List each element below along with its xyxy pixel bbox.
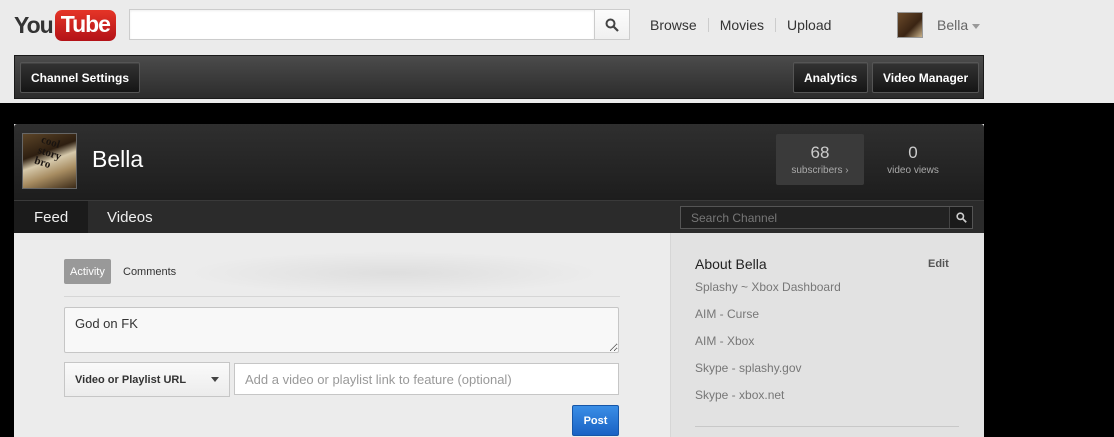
chevron-down-icon [972, 23, 981, 29]
masthead: You Tube Browse Movies Upload Bella Chan… [0, 0, 1114, 103]
subscribers-label: subscribers › [791, 165, 849, 176]
user-avatar [897, 12, 923, 38]
video-type-label: Video or Playlist URL [75, 373, 187, 386]
nav-browse-link[interactable]: Browse [650, 17, 697, 33]
tab-feed[interactable]: Feed [14, 201, 89, 234]
about-edit-link[interactable]: Edit [928, 258, 949, 270]
logo-tube-text: Tube [54, 10, 116, 41]
video-url-input[interactable] [234, 363, 619, 395]
search-button[interactable] [594, 9, 630, 40]
about-link[interactable]: Splashy ~ Xbox Dashboard [695, 278, 955, 305]
nav-upload-link[interactable]: Upload [787, 17, 831, 33]
subtab-comments[interactable]: Comments [117, 259, 182, 284]
search-icon [955, 212, 967, 223]
video-type-dropdown[interactable]: Video or Playlist URL [64, 362, 230, 397]
avatar-text: cool story bro [32, 133, 63, 172]
nav-divider [707, 18, 709, 32]
tab-videos[interactable]: Videos [87, 201, 173, 234]
chevron-down-icon [211, 377, 219, 382]
about-link[interactable]: AIM - Xbox [695, 332, 955, 359]
video-views-label: video views [887, 165, 939, 176]
video-views-count: 0 [908, 143, 918, 162]
channel-header: cool story bro Bella 68 subscribers › 0 … [14, 124, 984, 200]
nav-movies-link[interactable]: Movies [720, 17, 764, 33]
channel-search-input[interactable] [681, 207, 949, 228]
about-links: Splashy ~ Xbox Dashboard AIM - Curse AIM… [695, 278, 955, 413]
subscribers-count: 68 [810, 143, 830, 162]
channel-search-button[interactable] [949, 207, 972, 228]
subtab-activity[interactable]: Activity [64, 259, 111, 284]
channel-avatar[interactable]: cool story bro [22, 133, 77, 189]
top-nav: Browse Movies Upload [650, 17, 831, 33]
search-input[interactable] [129, 9, 594, 40]
about-link[interactable]: Skype - splashy.gov [695, 359, 955, 386]
about-title: About Bella [695, 256, 767, 272]
channel-name: Bella [92, 146, 144, 172]
channel-nav: Feed Videos [14, 200, 984, 234]
post-button[interactable]: Post [572, 405, 619, 436]
channel-page: cool story bro Bella 68 subscribers › 0 … [14, 124, 984, 437]
analytics-button[interactable]: Analytics [793, 62, 869, 93]
about-link[interactable]: Skype - xbox.net [695, 386, 955, 413]
post-textarea[interactable]: God on FK [64, 307, 619, 353]
channel-search [680, 206, 973, 229]
logo-you-text: You [14, 12, 54, 38]
youtube-logo[interactable]: You Tube [14, 9, 116, 42]
feed-subtabs: Activity Comments [64, 251, 620, 297]
search-icon [605, 18, 619, 32]
about-sidebar: About Bella Edit Splashy ~ Xbox Dashboar… [670, 233, 984, 437]
user-menu[interactable]: Bella [897, 12, 981, 38]
nav-divider [775, 18, 777, 32]
about-divider [695, 426, 959, 427]
video-manager-button[interactable]: Video Manager [872, 62, 980, 93]
search-bar [129, 9, 630, 40]
video-views-stat: 0 video views [869, 134, 957, 185]
about-link[interactable]: AIM - Curse [695, 305, 955, 332]
channel-toolbar: Channel Settings Analytics Video Manager [14, 55, 984, 99]
feed-panel: Activity Comments God on FK Video or Pla… [14, 233, 670, 437]
subscribers-stat[interactable]: 68 subscribers › [776, 134, 864, 185]
user-name: Bella [937, 17, 969, 33]
channel-settings-button[interactable]: Channel Settings [20, 62, 141, 93]
